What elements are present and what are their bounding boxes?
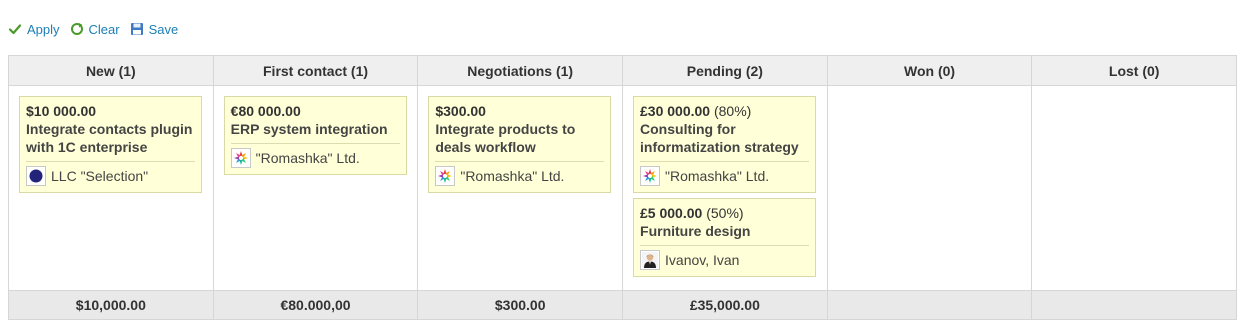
- deal-amount: €80 000.00: [230, 103, 301, 119]
- clear-button[interactable]: Clear: [70, 22, 120, 37]
- deal-card[interactable]: $300.00 Integrate products to deals work…: [428, 96, 612, 193]
- client-name: "Romashka" Ltd.: [255, 150, 360, 166]
- deal-title: Integrate contacts plugin with 1C enterp…: [26, 121, 193, 155]
- column-body: €80 000.00 ERP system integration "Romas…: [214, 86, 418, 290]
- card-divider: [26, 161, 195, 162]
- client-name: LLC "Selection": [51, 168, 149, 184]
- dark-circle-avatar-icon: [26, 166, 46, 186]
- card-divider: [640, 245, 810, 246]
- deal-card[interactable]: £5 000.00 (50%) Furniture design Ivanov,…: [633, 198, 817, 277]
- column-new: New (1) $10 000.00 Integrate contacts pl…: [9, 56, 214, 319]
- deal-title: ERP system integration: [230, 121, 388, 137]
- column-total: $300.00: [418, 290, 623, 319]
- deal-title: Integrate products to deals workflow: [435, 121, 576, 155]
- column-header: Won (0): [827, 56, 1032, 86]
- client-name: Ivanov, Ivan: [665, 252, 740, 268]
- column-lost: Lost (0): [1032, 56, 1237, 319]
- flower-logo-avatar-icon: [230, 148, 251, 168]
- column-first-contact: First contact (1) €80 000.00 ERP system …: [213, 56, 419, 319]
- column-won: Won (0): [827, 56, 1033, 319]
- column-body: $10 000.00 Integrate contacts plugin wit…: [9, 86, 213, 290]
- column-total: £35,000.00: [623, 290, 827, 319]
- column-total: [1032, 290, 1237, 319]
- client-name: "Romashka" Ltd.: [460, 168, 565, 184]
- deal-client: "Romashka" Ltd.: [435, 166, 604, 186]
- pipeline-board: New (1) $10 000.00 Integrate contacts pl…: [8, 55, 1237, 320]
- deal-client: Ivanov, Ivan: [640, 250, 809, 270]
- column-body: £30 000.00 (80%) Consulting for informat…: [623, 86, 827, 290]
- column-header: Pending (2): [623, 56, 827, 86]
- flower-logo-avatar-icon: [435, 166, 456, 186]
- deal-client: LLC "Selection": [26, 166, 195, 186]
- card-divider: [435, 161, 605, 162]
- deal-client: "Romashka" Ltd.: [230, 148, 400, 168]
- column-body: [1032, 86, 1236, 290]
- deal-card[interactable]: €80 000.00 ERP system integration "Romas…: [223, 96, 407, 175]
- client-name: "Romashka" Ltd.: [665, 168, 770, 184]
- clear-label: Clear: [88, 21, 120, 37]
- deal-amount: £5 000.00 (50%): [640, 205, 744, 221]
- refresh-icon: [70, 22, 84, 36]
- deal-probability: (50%): [706, 205, 744, 221]
- deal-card[interactable]: $10 000.00 Integrate contacts plugin wit…: [19, 96, 202, 193]
- deal-amount: $300.00: [435, 103, 486, 119]
- column-header: Lost (0): [1032, 56, 1237, 86]
- column-pending: Pending (2) £30 000.00 (80%) Consulting …: [623, 56, 828, 319]
- person-photo-avatar-icon: [640, 250, 661, 270]
- column-total: €80.000,00: [213, 290, 418, 319]
- checkmark-icon: [8, 22, 22, 36]
- deal-probability: (80%): [713, 103, 752, 119]
- save-button[interactable]: Save: [130, 21, 179, 37]
- flower-logo-avatar-icon: [640, 166, 661, 186]
- column-total: [827, 290, 1032, 319]
- column-body: [828, 86, 1032, 290]
- apply-button[interactable]: Apply: [8, 22, 60, 37]
- column-header: Negotiations (1): [418, 56, 623, 86]
- deal-title: Furniture design: [640, 223, 751, 239]
- deal-amount: $10 000.00: [26, 103, 97, 119]
- floppy-disk-icon: [130, 22, 144, 36]
- apply-label: Apply: [27, 21, 60, 37]
- column-header: New (1): [9, 56, 213, 86]
- deal-card[interactable]: £30 000.00 (80%) Consulting for informat…: [633, 96, 817, 193]
- column-negotiations: Negotiations (1) $300.00 Integrate produ…: [418, 56, 624, 319]
- column-total: $10,000.00: [9, 290, 213, 319]
- card-divider: [230, 143, 400, 144]
- toolbar: Apply Clear Save: [8, 21, 178, 37]
- deal-title: Consulting for informatization strategy: [640, 121, 799, 155]
- column-body: $300.00 Integrate products to deals work…: [418, 86, 622, 290]
- save-label: Save: [148, 21, 179, 37]
- deal-client: "Romashka" Ltd.: [640, 166, 809, 186]
- column-header: First contact (1): [213, 56, 418, 86]
- card-divider: [640, 161, 810, 162]
- deal-amount: £30 000.00 (80%): [640, 103, 752, 119]
